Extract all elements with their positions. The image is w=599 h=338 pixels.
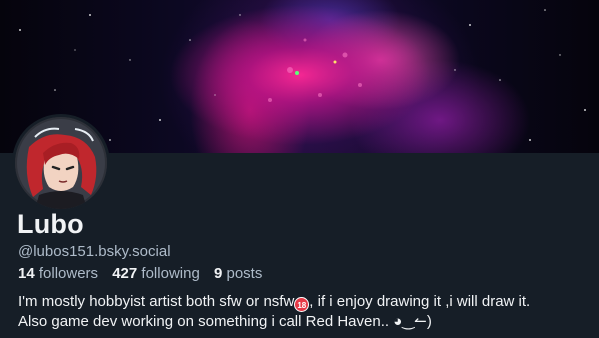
following-label: following bbox=[141, 265, 200, 282]
bio-text-2: , if i enjoy drawing it ,i will draw it. bbox=[309, 293, 531, 310]
profile-bio: I'm mostly hobbyist artist both sfw or n… bbox=[18, 292, 598, 332]
handle[interactable]: @lubos151.bsky.social bbox=[18, 243, 171, 260]
bio-text-1: I'm mostly hobbyist artist both sfw or n… bbox=[18, 293, 295, 310]
profile-stats: 14 followers 427 following 9 posts bbox=[18, 265, 272, 282]
followers-link[interactable]: 14 followers bbox=[18, 265, 98, 282]
following-count: 427 bbox=[112, 265, 138, 282]
posts-label: posts bbox=[226, 265, 263, 282]
no-under-18-emoji-icon: 18 bbox=[294, 297, 310, 312]
posts-stat: 9 posts bbox=[214, 265, 262, 282]
display-name: Lubo bbox=[17, 209, 84, 239]
avatar-anime-girl-icon bbox=[15, 117, 107, 209]
followers-count: 14 bbox=[18, 265, 35, 282]
posts-count: 9 bbox=[213, 265, 223, 282]
following-link[interactable]: 427 following bbox=[112, 265, 200, 282]
followers-label: followers bbox=[38, 265, 99, 282]
bio-text-3: Also game dev working on something i cal… bbox=[18, 313, 432, 330]
avatar[interactable] bbox=[12, 114, 110, 212]
